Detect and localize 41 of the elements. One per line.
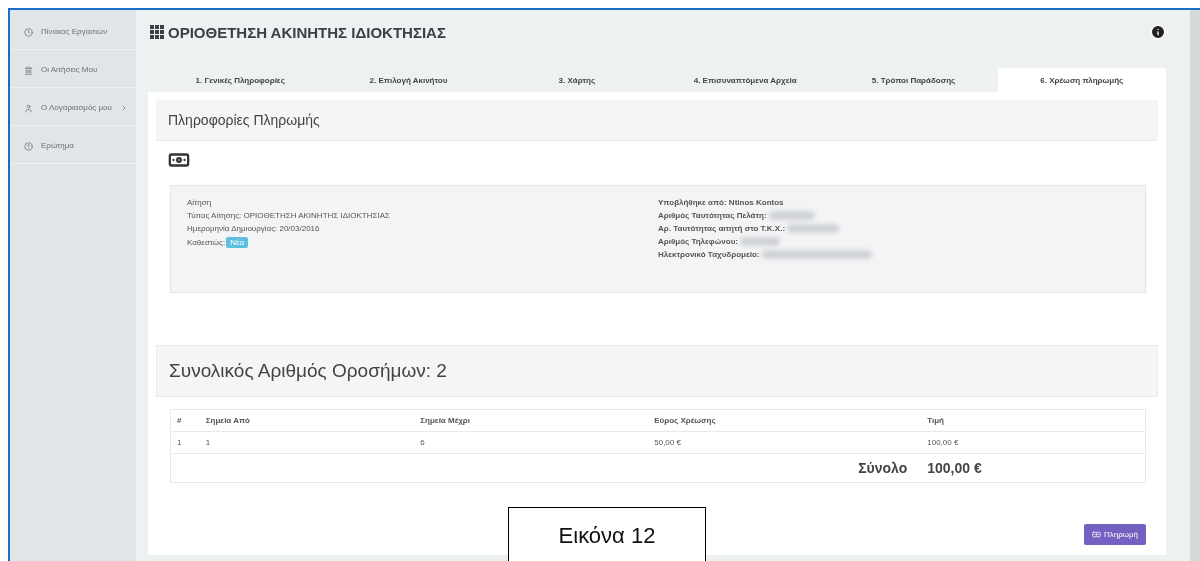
figure-caption: Εικόνα 12 [508, 507, 706, 561]
column-header: Τιμή [921, 409, 1146, 432]
grid-icon [150, 25, 164, 39]
scrollbar[interactable] [1190, 10, 1200, 561]
tab[interactable]: 1. Γενικές Πληροφορίες [156, 68, 325, 92]
card-heading: Αίτηση [187, 198, 213, 207]
section-header: Συνολικός Αριθμός Οροσήμων: 2 [156, 345, 1158, 397]
table-cell: 6 [414, 431, 649, 454]
column-header: Εύρος Χρέωσης [648, 409, 922, 432]
tab[interactable]: 6. Χρέωση πληρωμής [997, 68, 1166, 92]
total-value: 100,00 € [927, 460, 982, 476]
info-icon[interactable] [1150, 24, 1166, 40]
info-line: Τύπος Αίτησης: ΟΡΙΟΘΕΤΗΣΗ ΑΚΙΝΗΤΗΣ ΙΔΙΟΚΤΗΣΙΑΣ [187, 211, 391, 220]
pay-button[interactable]: Πληρωμή [1083, 524, 1146, 545]
tab[interactable]: 2. Επιλογή Ακινήτου [324, 68, 493, 92]
banknote-icon [1091, 530, 1101, 539]
column-header: Σημεία Από [199, 409, 415, 432]
info-line: Ημερομηνία Δημιουργίας: 20/03/2016 [187, 224, 321, 233]
field-label: Αριθμός Τηλεφώνου: [658, 237, 738, 246]
field-label: Αριθμός Ταυτότητας Πελάτη: [658, 211, 767, 220]
table-cell: 1 [199, 431, 415, 454]
field-label: Ηλεκτρονικό Ταχυδρομείο: [658, 250, 760, 259]
status-badge: Νέα [226, 237, 249, 248]
table-cell: 50,00 € [648, 431, 922, 454]
total-label: Σύνολο [858, 460, 908, 476]
user-icon [24, 104, 33, 113]
table-cell: 1 [170, 431, 200, 454]
field-label: Αρ. Ταυτότητας αιτητή στο Τ.Κ.Χ.: [658, 224, 786, 233]
page-title: ΟΡΙΟΘΕΤΗΣΗ ΑΚΙΝΗΤΗΣ ΙΔΙΟΚΤΗΣΙΑΣ [150, 23, 446, 41]
column-header: Σημεία Μέχρι [414, 409, 649, 432]
help-icon [24, 142, 33, 151]
submitted-by: Υποβλήθηκε από: Ntinos Kontos [658, 198, 785, 207]
status-label: Καθεστώς: [187, 238, 226, 247]
table-cell: 100,00 € [921, 431, 1146, 454]
bank-icon [24, 66, 33, 75]
tab[interactable]: 3. Χάρτης [492, 68, 661, 92]
section-header: Πληροφορίες Πληρωμής [156, 100, 1158, 141]
clock-icon [24, 28, 33, 37]
tab[interactable]: 4. Επισυναπτόμενα Αρχεία [661, 68, 830, 92]
tab[interactable]: 5. Τρόποι Παράδοσης [829, 68, 998, 92]
column-header: # [170, 409, 200, 432]
